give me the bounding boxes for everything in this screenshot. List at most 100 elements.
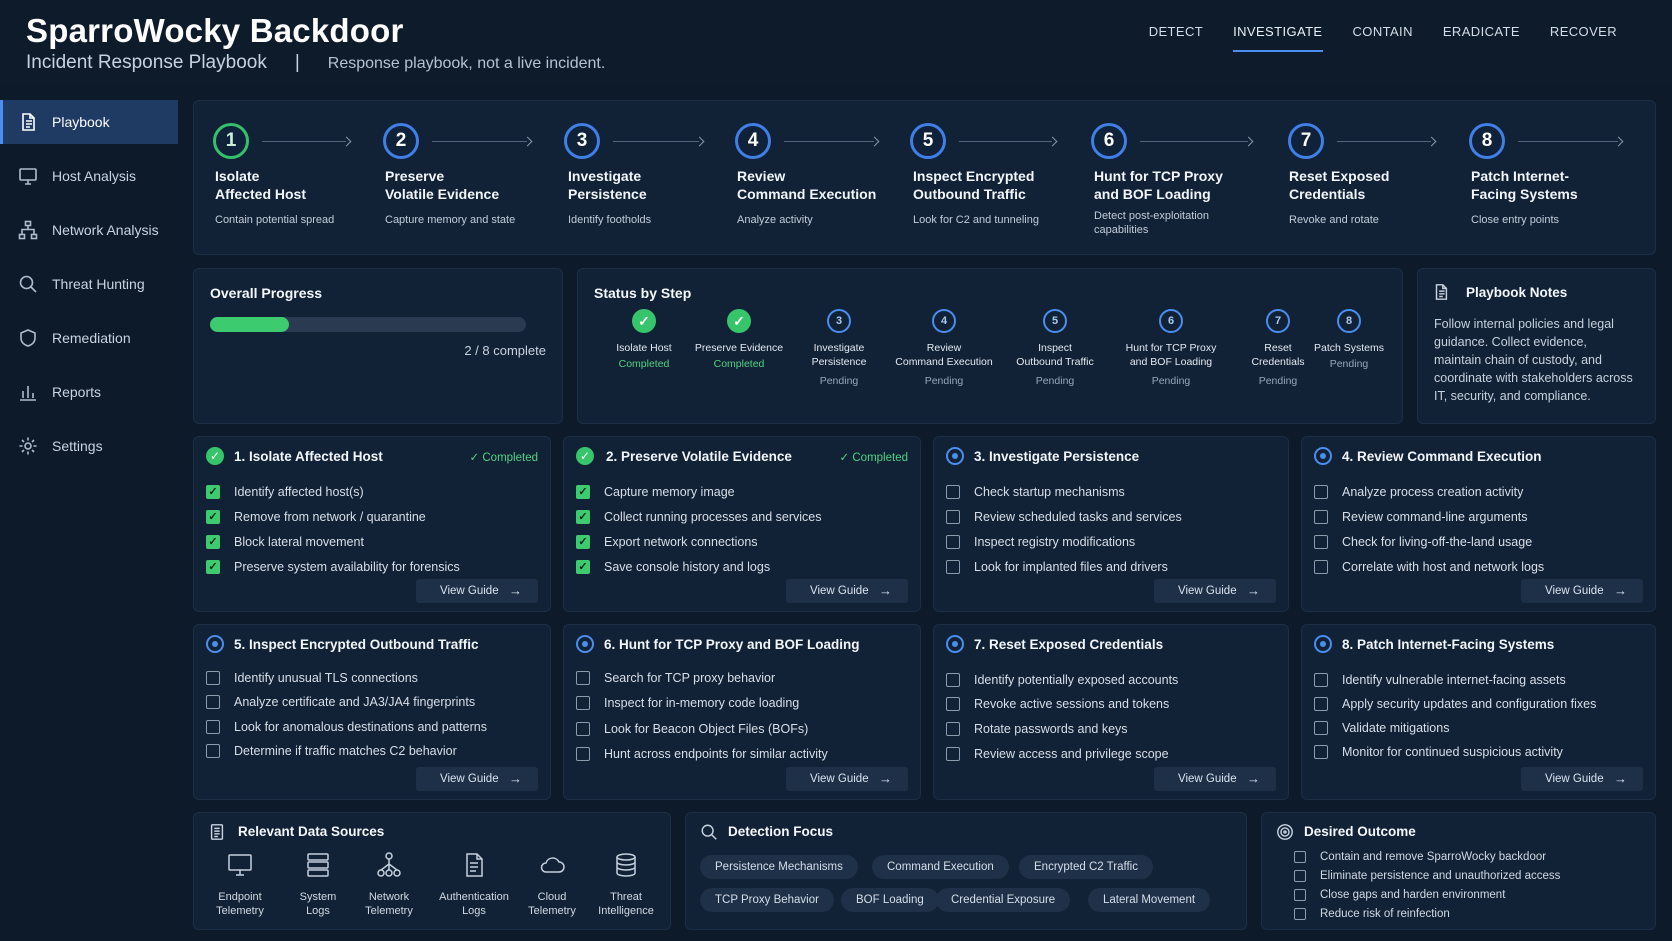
checkbox[interactable] xyxy=(1314,673,1328,687)
checkbox[interactable] xyxy=(576,747,590,761)
tab-detect[interactable]: DETECT xyxy=(1134,22,1218,52)
checkbox[interactable] xyxy=(946,722,960,736)
checkbox[interactable] xyxy=(206,744,220,758)
checkbox[interactable] xyxy=(1314,510,1328,524)
checkbox[interactable] xyxy=(946,535,960,549)
checkbox[interactable] xyxy=(946,510,960,524)
task-item[interactable]: Monitor for continued suspicious activit… xyxy=(1314,745,1563,759)
sidebar-item-network-analysis[interactable]: Network Analysis xyxy=(0,208,178,252)
task-item[interactable]: Review command-line arguments xyxy=(1314,510,1528,524)
task-item[interactable]: Review access and privilege scope xyxy=(946,747,1169,761)
status-step-4[interactable]: 4 Review Command Execution Pending xyxy=(884,309,1004,387)
checkbox-checked[interactable]: ✓ xyxy=(206,560,220,574)
task-item[interactable]: Inspect for in-memory code loading xyxy=(576,696,799,710)
tab-contain[interactable]: CONTAIN xyxy=(1338,22,1428,52)
step-1-circle[interactable]: 1 xyxy=(213,123,249,159)
outcome-item[interactable]: Close gaps and harden environment xyxy=(1294,889,1505,901)
checkbox[interactable] xyxy=(946,560,960,574)
view-guide-button[interactable]: View Guide → xyxy=(1154,579,1276,603)
source-cloud-telemetry[interactable]: Cloud Telemetry xyxy=(514,851,590,918)
tab-investigate[interactable]: INVESTIGATE xyxy=(1218,22,1337,52)
task-item[interactable]: ✓ Identify affected host(s) xyxy=(206,485,364,499)
checkbox[interactable] xyxy=(1314,485,1328,499)
sidebar-item-host-analysis[interactable]: Host Analysis xyxy=(0,154,178,198)
step-2-circle[interactable]: 2 xyxy=(383,123,419,159)
sidebar-item-settings[interactable]: Settings xyxy=(0,424,178,468)
tab-recover[interactable]: RECOVER xyxy=(1535,22,1632,52)
checkbox-checked[interactable]: ✓ xyxy=(576,560,590,574)
status-step-6[interactable]: 6 Hunt for TCP Proxy and BOF Loading Pendin… xyxy=(1111,309,1231,387)
source-endpoint-telemetry[interactable]: Endpoint Telemetry xyxy=(202,851,278,918)
task-item[interactable]: ✓ Collect running processes and services xyxy=(576,510,821,524)
task-item[interactable]: Hunt across endpoints for similar activi… xyxy=(576,747,828,761)
checkbox-checked[interactable]: ✓ xyxy=(576,535,590,549)
task-item[interactable]: Identify vulnerable internet-facing asse… xyxy=(1314,673,1566,687)
step-5-circle[interactable]: 5 xyxy=(910,123,946,159)
source-system-logs[interactable]: System Logs xyxy=(280,851,356,918)
checkbox[interactable] xyxy=(206,720,220,734)
status-step-3[interactable]: 3 Investigate Persistence Pending xyxy=(779,309,899,387)
task-item[interactable]: Look for implanted files and drivers xyxy=(946,560,1168,574)
step-3-circle[interactable]: 3 xyxy=(564,123,600,159)
checkbox[interactable] xyxy=(1294,870,1306,882)
focus-tag[interactable]: Encrypted C2 Traffic xyxy=(1019,855,1153,879)
view-guide-button[interactable]: View Guide → xyxy=(416,579,538,603)
task-item[interactable]: Review scheduled tasks and services xyxy=(946,510,1182,524)
checkbox[interactable] xyxy=(1314,697,1328,711)
focus-tag[interactable]: BOF Loading xyxy=(841,888,939,912)
focus-tag[interactable]: Credential Exposure xyxy=(936,888,1071,912)
task-item[interactable]: Apply security updates and configuration… xyxy=(1314,697,1596,711)
view-guide-button[interactable]: View Guide → xyxy=(1154,767,1276,791)
checkbox[interactable] xyxy=(1294,889,1306,901)
task-item[interactable]: Inspect registry modifications xyxy=(946,535,1135,549)
step-6-circle[interactable]: 6 xyxy=(1091,123,1127,159)
task-item[interactable]: Analyze certificate and JA3/JA4 fingerpr… xyxy=(206,695,475,709)
checkbox[interactable] xyxy=(946,747,960,761)
task-item[interactable]: Check for living-off-the-land usage xyxy=(1314,535,1532,549)
task-item[interactable]: Look for anomalous destinations and patt… xyxy=(206,720,487,734)
task-item[interactable]: ✓ Remove from network / quarantine xyxy=(206,510,426,524)
tab-eradicate[interactable]: ERADICATE xyxy=(1428,22,1535,52)
focus-tag[interactable]: Command Execution xyxy=(872,855,1009,879)
sidebar-item-playbook[interactable]: Playbook xyxy=(0,100,178,144)
checkbox[interactable] xyxy=(576,671,590,685)
checkbox[interactable] xyxy=(1314,721,1328,735)
task-item[interactable]: Identify potentially exposed accounts xyxy=(946,673,1178,687)
step-8-circle[interactable]: 8 xyxy=(1469,123,1505,159)
source-threat-intelligence[interactable]: Threat Intelligence xyxy=(588,851,664,918)
task-item[interactable]: ✓ Export network connections xyxy=(576,535,758,549)
task-item[interactable]: ✓ Capture memory image xyxy=(576,485,735,499)
checkbox-checked[interactable]: ✓ xyxy=(576,510,590,524)
checkbox[interactable] xyxy=(576,722,590,736)
task-item[interactable]: Check startup mechanisms xyxy=(946,485,1125,499)
task-item[interactable]: Identify unusual TLS connections xyxy=(206,671,418,685)
sidebar-item-reports[interactable]: Reports xyxy=(0,370,178,414)
view-guide-button[interactable]: View Guide → xyxy=(786,767,908,791)
view-guide-button[interactable]: View Guide → xyxy=(1521,579,1643,603)
task-item[interactable]: Revoke active sessions and tokens xyxy=(946,697,1169,711)
step-7-circle[interactable]: 7 xyxy=(1288,123,1324,159)
task-item[interactable]: Determine if traffic matches C2 behavior xyxy=(206,744,457,758)
source-authentication-logs[interactable]: Authentication Logs xyxy=(432,851,516,918)
checkbox[interactable] xyxy=(1314,535,1328,549)
view-guide-button[interactable]: View Guide → xyxy=(1521,767,1643,791)
outcome-item[interactable]: Eliminate persistence and unauthorized a… xyxy=(1294,870,1560,882)
checkbox[interactable] xyxy=(206,695,220,709)
sidebar-item-threat-hunting[interactable]: Threat Hunting xyxy=(0,262,178,306)
checkbox[interactable] xyxy=(946,485,960,499)
task-item[interactable]: Validate mitigations xyxy=(1314,721,1449,735)
checkbox-checked[interactable]: ✓ xyxy=(206,535,220,549)
checkbox[interactable] xyxy=(1314,745,1328,759)
task-item[interactable]: ✓ Preserve system availability for forens… xyxy=(206,560,460,574)
task-item[interactable]: Analyze process creation activity xyxy=(1314,485,1523,499)
focus-tag[interactable]: Lateral Movement xyxy=(1088,888,1211,912)
checkbox[interactable] xyxy=(1294,851,1306,863)
task-item[interactable]: ✓ Save console history and logs xyxy=(576,560,770,574)
checkbox[interactable] xyxy=(206,671,220,685)
checkbox-checked[interactable]: ✓ xyxy=(206,485,220,499)
outcome-item[interactable]: Reduce risk of reinfection xyxy=(1294,908,1450,920)
task-item[interactable]: Correlate with host and network logs xyxy=(1314,560,1544,574)
checkbox[interactable] xyxy=(946,697,960,711)
checkbox[interactable] xyxy=(1294,908,1306,920)
view-guide-button[interactable]: View Guide → xyxy=(786,579,908,603)
